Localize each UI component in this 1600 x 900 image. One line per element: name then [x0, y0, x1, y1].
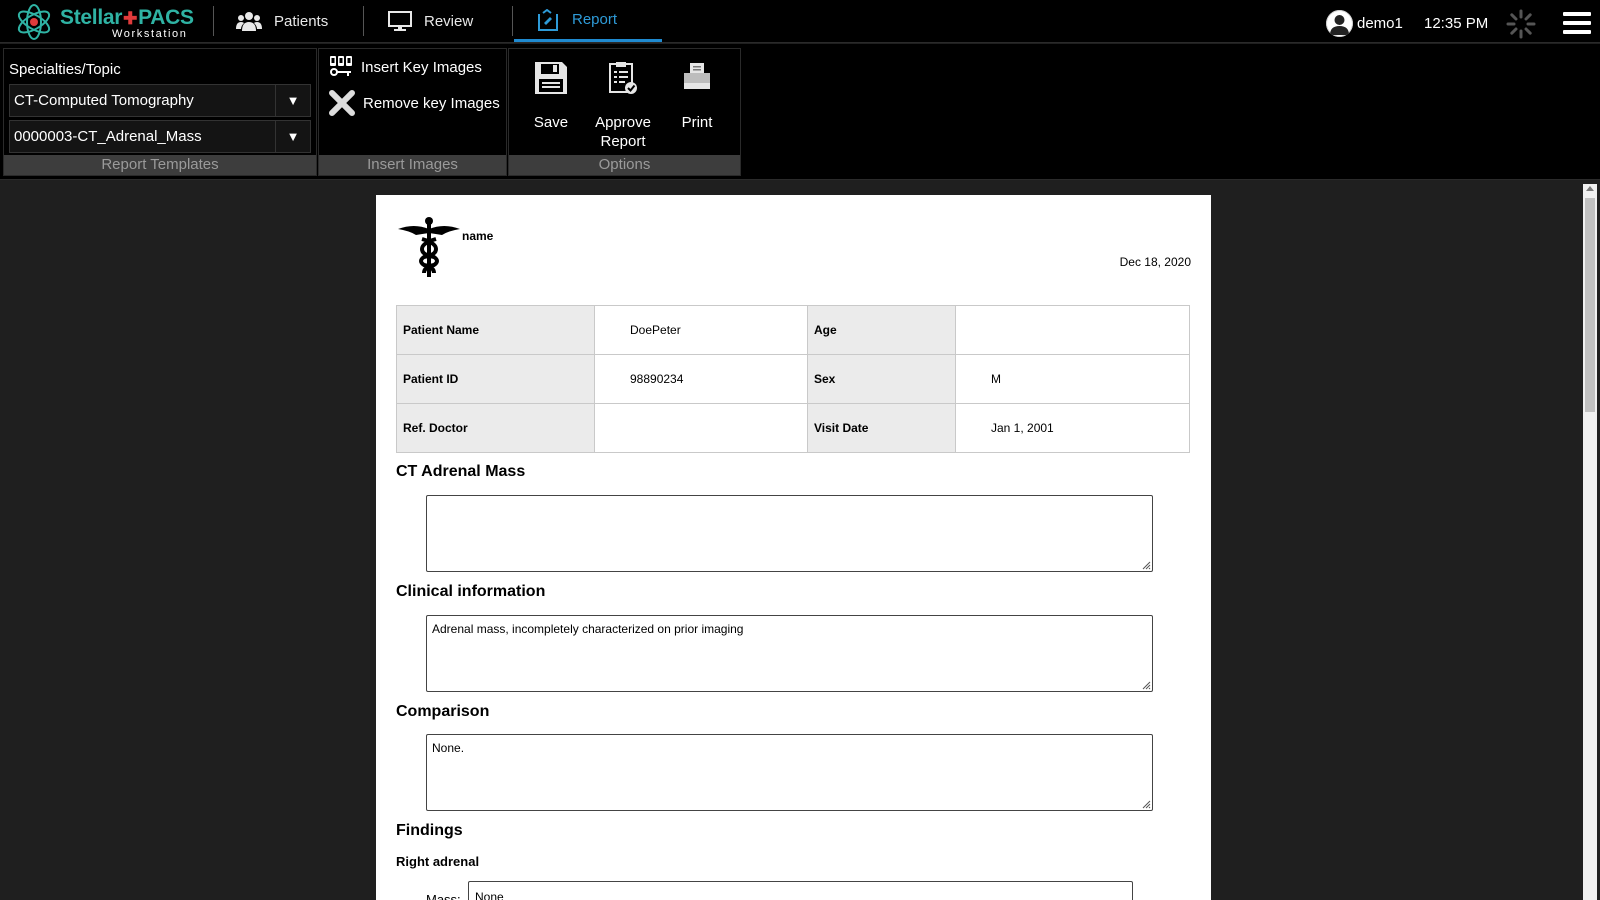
report-document: name Dec 18, 2020 Patient Name DoePeter … — [376, 195, 1211, 900]
key-images-icon — [330, 56, 352, 76]
tab-review[interactable]: Review — [388, 0, 508, 42]
template-select[interactable]: 0000003-CT_Adrenal_Mass ▼ — [9, 120, 311, 153]
mass-label: Mass: — [426, 892, 461, 900]
mass-input-value: None — [475, 890, 504, 900]
clock-time: 12:35 PM — [1424, 15, 1489, 32]
report-ribbon: Specialties/Topic CT-Computed Tomography… — [0, 44, 1600, 180]
mass-input[interactable]: None — [468, 881, 1133, 900]
remove-key-images-label: Remove key Images — [363, 94, 500, 112]
dropdown-arrow-icon[interactable]: ▼ — [275, 85, 310, 116]
atom-logo-icon — [17, 4, 51, 40]
patient-id-label: Patient ID — [396, 354, 595, 404]
printer-icon — [684, 63, 710, 89]
ref-doctor-value — [594, 403, 808, 453]
brand-subtitle: Workstation — [112, 28, 188, 40]
print-label: Print — [681, 114, 713, 131]
monitor-icon — [388, 11, 412, 31]
age-label: Age — [807, 305, 956, 355]
remove-key-images-button[interactable]: Remove key Images — [329, 90, 500, 116]
resize-grip-icon[interactable] — [1142, 681, 1151, 690]
table-row: Patient ID 98890234 Sex M — [396, 354, 1190, 404]
group-label-options: Options — [509, 155, 740, 175]
tab-report[interactable]: Report — [514, 0, 662, 42]
section-title-comparison: Comparison — [396, 703, 490, 720]
subsection-right-adrenal: Right adrenal — [396, 854, 480, 869]
section-title-ct-adrenal-mass: CT Adrenal Mass — [396, 463, 526, 480]
sex-label: Sex — [807, 354, 956, 404]
save-floppy-icon — [535, 62, 567, 94]
scroll-up-arrow-icon[interactable] — [1586, 186, 1594, 191]
hamburger-menu-icon[interactable] — [1563, 12, 1591, 34]
sex-value: M — [955, 354, 1190, 404]
clinical-information-textarea[interactable]: Adrenal mass, incompletely characterized… — [426, 615, 1153, 692]
caduceus-icon — [398, 217, 460, 277]
template-select-value: 0000003-CT_Adrenal_Mass — [14, 128, 202, 145]
group-label-report-templates: Report Templates — [4, 155, 316, 175]
report-icon — [538, 8, 558, 31]
tab-patients-label: Patients — [274, 12, 329, 30]
specialty-select-value: CT-Computed Tomography — [14, 92, 194, 109]
patient-name-label: Patient Name — [396, 305, 595, 355]
nav-separator — [363, 6, 364, 36]
dropdown-arrow-icon[interactable]: ▼ — [275, 121, 310, 152]
options-group: Save Approve Report Print Options — [508, 48, 741, 176]
visit-date-value: Jan 1, 2001 — [955, 403, 1190, 453]
institution-name: name — [462, 229, 494, 243]
group-label-insert-images: Insert Images — [319, 155, 506, 175]
ct-adrenal-mass-textarea[interactable] — [426, 495, 1153, 572]
print-button[interactable]: Print — [667, 61, 727, 132]
patients-icon — [236, 12, 262, 31]
patient-name-value: DoePeter — [594, 305, 808, 355]
insert-key-images-button[interactable]: Insert Key Images — [329, 55, 482, 79]
avatar — [1326, 9, 1353, 37]
tab-review-label: Review — [424, 12, 474, 30]
table-row: Ref. Doctor Visit Date Jan 1, 2001 — [396, 403, 1190, 453]
visit-date-label: Visit Date — [807, 403, 956, 453]
resize-grip-icon[interactable] — [1142, 800, 1151, 809]
app-logo: Stellar✚PACS Workstation — [14, 4, 200, 40]
section-title-findings: Findings — [396, 822, 463, 839]
nav-separator — [213, 6, 214, 36]
nav-separator — [512, 6, 513, 36]
username: demo1 — [1357, 14, 1403, 32]
insert-images-group: Insert Key Images Remove key Images Inse… — [318, 48, 507, 176]
tab-report-label: Report — [572, 11, 618, 28]
table-row: Patient Name DoePeter Age — [396, 305, 1190, 355]
save-button[interactable]: Save — [521, 61, 581, 132]
patient-info-table: Patient Name DoePeter Age Patient ID 988… — [396, 305, 1190, 453]
user-menu[interactable]: demo1 — [1326, 9, 1403, 37]
approve-report-label: Approve Report — [595, 114, 651, 150]
report-templates-group: Specialties/Topic CT-Computed Tomography… — [3, 48, 317, 176]
specialties-topic-label: Specialties/Topic — [9, 61, 121, 78]
age-value — [955, 305, 1190, 355]
comparison-textarea[interactable]: None. — [426, 734, 1153, 811]
scrollbar-thumb[interactable] — [1585, 198, 1595, 412]
save-label: Save — [533, 114, 569, 131]
comparison-text: None. — [432, 741, 465, 755]
tab-patients[interactable]: Patients — [236, 0, 358, 42]
clinical-information-text: Adrenal mass, incompletely characterized… — [432, 622, 744, 636]
loading-spinner-icon — [1506, 9, 1536, 39]
report-date: Dec 18, 2020 — [1119, 255, 1191, 269]
top-bar: Stellar✚PACS Workstation Patients Review — [0, 0, 1600, 43]
patient-id-value: 98890234 — [594, 354, 808, 404]
insert-key-images-label: Insert Key Images — [361, 58, 482, 76]
remove-x-icon — [329, 90, 355, 116]
resize-grip-icon[interactable] — [1142, 561, 1151, 570]
user-avatar-icon — [1326, 9, 1353, 37]
section-title-clinical-information: Clinical information — [396, 583, 546, 600]
vertical-scrollbar[interactable] — [1583, 184, 1597, 900]
approve-clipboard-icon — [609, 62, 637, 94]
specialty-select[interactable]: CT-Computed Tomography ▼ — [9, 84, 311, 117]
brand-title: Stellar✚PACS — [60, 6, 194, 29]
approve-report-button[interactable]: Approve Report — [587, 61, 659, 151]
ref-doctor-label: Ref. Doctor — [396, 403, 595, 453]
